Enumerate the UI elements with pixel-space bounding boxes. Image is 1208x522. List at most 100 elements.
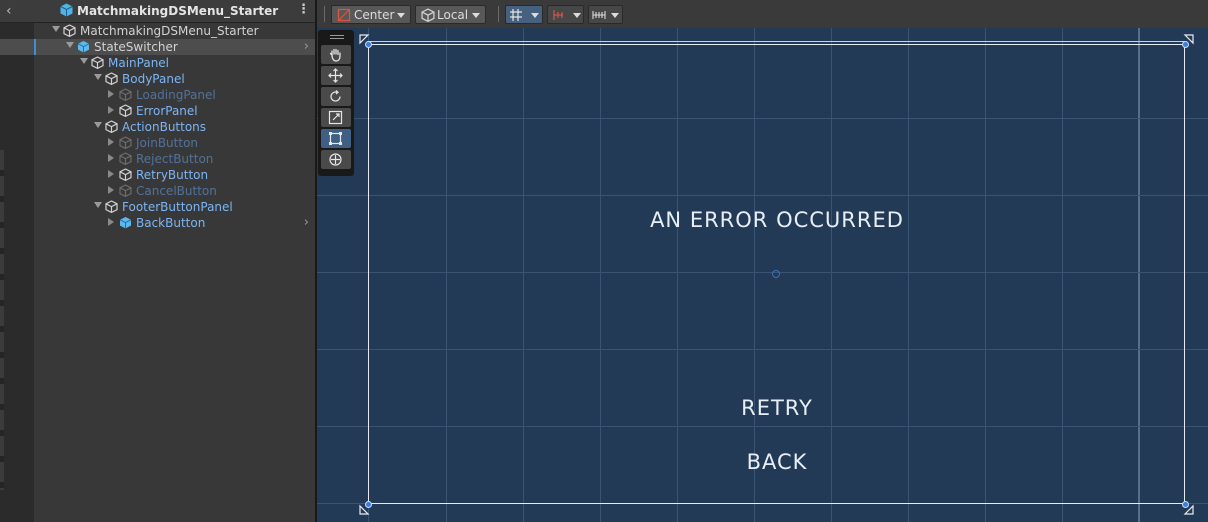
hierarchy-item-mainpanel[interactable]: MainPanel — [0, 55, 315, 71]
hierarchy-item-label: LoadingPanel — [136, 88, 216, 102]
resize-handle-top-right[interactable] — [1182, 41, 1189, 48]
hierarchy-item-rejectbutton[interactable]: RejectButton — [0, 151, 315, 167]
scene-view[interactable]: Center Local AN ERROR OCCURRED RETRY BAC… — [317, 0, 1208, 522]
cube-icon — [119, 104, 132, 117]
hierarchy-item-label: ActionButtons — [122, 120, 207, 134]
local-cube-icon — [421, 8, 435, 22]
scale-icon — [328, 110, 343, 125]
hierarchy-item-label: BackButton — [136, 216, 206, 230]
chevron-down-icon — [397, 13, 405, 18]
fold-closed-icon[interactable] — [108, 138, 114, 146]
increment-snap-toggle[interactable] — [547, 5, 584, 24]
fold-open-icon[interactable] — [52, 26, 60, 32]
transform-icon — [329, 153, 342, 166]
hierarchy-item-retrybutton[interactable]: RetryButton — [0, 167, 315, 183]
scale-tool-button[interactable] — [321, 108, 351, 127]
toolbar-separator — [324, 6, 325, 22]
hierarchy-item-label: FooterButtonPanel — [122, 200, 233, 214]
rect-tool-button[interactable] — [321, 129, 351, 148]
cube-icon — [119, 152, 132, 165]
hierarchy-item-bodypanel[interactable]: BodyPanel — [0, 71, 315, 87]
hierarchy-item-loadingpanel[interactable]: LoadingPanel — [0, 87, 315, 103]
rotation-mode-dropdown[interactable]: Local — [415, 5, 486, 24]
fold-open-icon[interactable] — [80, 58, 88, 64]
back-button[interactable]: BACK — [747, 450, 808, 474]
cube-icon — [119, 184, 132, 197]
hierarchy-item-label: MainPanel — [108, 56, 170, 70]
tools-overlay — [318, 30, 354, 176]
unity-scene-icon — [60, 3, 73, 17]
pivot-center-icon — [337, 8, 351, 22]
increment-snap-icon — [553, 10, 563, 20]
prefab-cube-icon — [77, 41, 90, 53]
hierarchy-item-backbutton[interactable]: BackButton › — [0, 215, 315, 231]
scene-viewport[interactable]: AN ERROR OCCURRED RETRY BACK — [317, 28, 1208, 522]
chevron-down-icon — [611, 13, 619, 18]
cube-icon — [105, 120, 118, 133]
drag-grip-icon[interactable] — [330, 35, 344, 39]
move-icon — [328, 68, 343, 83]
chevron-right-icon[interactable]: › — [304, 215, 309, 230]
fold-closed-icon[interactable] — [108, 90, 114, 98]
chevron-down-icon — [472, 13, 480, 18]
chevron-down-icon — [573, 13, 581, 18]
hierarchy-item-label: JoinButton — [136, 136, 199, 150]
rotate-tool-button[interactable] — [321, 87, 351, 106]
more-options-icon[interactable]: ⋮ — [297, 2, 310, 17]
hand-icon — [329, 48, 341, 62]
fold-closed-icon[interactable] — [108, 170, 114, 178]
hierarchy-item-label: ErrorPanel — [136, 104, 198, 118]
retry-button[interactable]: RETRY — [741, 396, 813, 420]
hierarchy-item-label: RetryButton — [136, 168, 209, 182]
hierarchy-header: ‹ MatchmakingDSMenu_Starter ⋮ — [0, 0, 315, 23]
fold-open-icon[interactable] — [94, 122, 102, 128]
hierarchy-item-actionbuttons[interactable]: ActionButtons — [0, 119, 315, 135]
cube-icon — [119, 168, 132, 181]
pivot-circle[interactable] — [772, 270, 780, 278]
fold-closed-icon[interactable] — [108, 154, 114, 162]
hierarchy-item-errorpanel[interactable]: ErrorPanel — [0, 103, 315, 119]
fold-open-icon[interactable] — [94, 202, 102, 208]
pivot-mode-dropdown[interactable]: Center — [331, 5, 411, 24]
hierarchy-item-footerbuttonpanel[interactable]: FooterButtonPanel — [0, 199, 315, 215]
hierarchy-item-label: BodyPanel — [122, 72, 185, 86]
cube-icon — [119, 88, 132, 101]
hierarchy-item-joinbutton[interactable]: JoinButton — [0, 135, 315, 151]
fold-closed-icon[interactable] — [108, 186, 114, 194]
rotation-mode-label: Local — [437, 8, 469, 22]
cube-icon — [105, 200, 118, 213]
canvas-outline — [368, 41, 1185, 42]
ruler-icon — [592, 11, 606, 19]
grid-snapping-toggle[interactable] — [505, 5, 543, 24]
toolbar-separator — [498, 6, 499, 22]
resize-handle-top-left[interactable] — [365, 41, 372, 48]
pivot-mode-label: Center — [354, 8, 395, 22]
hierarchy-item-label: MatchmakingDSMenu_Starter — [80, 24, 259, 38]
resize-handle-bottom-left[interactable] — [365, 501, 372, 508]
cube-icon — [105, 72, 118, 85]
selection-indicator — [34, 39, 36, 55]
chevron-right-icon[interactable]: › — [304, 39, 309, 54]
cube-icon — [119, 136, 132, 149]
fold-closed-icon[interactable] — [108, 106, 114, 114]
hierarchy-item-label: CancelButton — [136, 184, 217, 198]
hierarchy-panel[interactable]: ‹ MatchmakingDSMenu_Starter ⋮ Matchmakin… — [0, 0, 315, 522]
fold-open-icon[interactable] — [94, 74, 102, 80]
scene-toolbar: Center Local — [317, 0, 1208, 29]
hierarchy-item-stateswitcher[interactable]: StateSwitcher › — [0, 39, 315, 55]
hierarchy-item-cancelbutton[interactable]: CancelButton — [0, 183, 315, 199]
fold-open-icon[interactable] — [66, 42, 74, 48]
hierarchy-item-root[interactable]: MatchmakingDSMenu_Starter — [0, 23, 315, 39]
chevron-down-icon — [531, 13, 539, 18]
hierarchy-item-label: StateSwitcher — [94, 40, 178, 54]
back-chevron-icon[interactable]: ‹ — [6, 3, 12, 19]
ruler-snap-toggle[interactable] — [588, 5, 623, 24]
fold-closed-icon[interactable] — [108, 218, 114, 226]
move-tool-button[interactable] — [321, 66, 351, 85]
error-message-text: AN ERROR OCCURRED — [650, 208, 904, 232]
prefab-cube-icon — [119, 217, 132, 229]
hand-tool-button[interactable] — [321, 45, 351, 64]
resize-handle-bottom-right[interactable] — [1182, 501, 1189, 508]
transform-tool-button[interactable] — [321, 150, 351, 169]
rect-transform-icon — [329, 132, 342, 145]
